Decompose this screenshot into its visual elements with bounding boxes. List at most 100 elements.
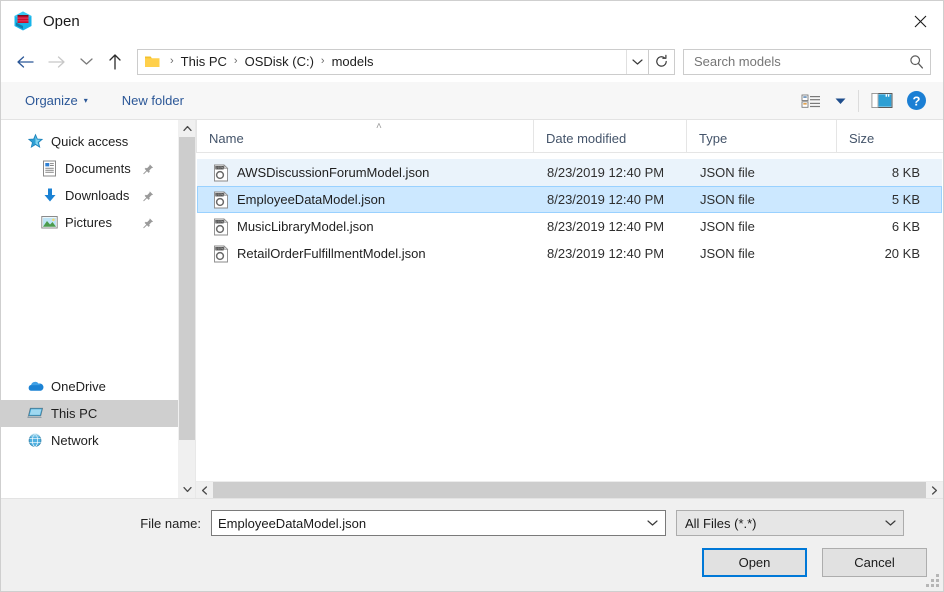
dialog-footer: File name: All Files (*.*) Open bbox=[1, 499, 943, 591]
file-name-cell[interactable]: JSON AWSDiscussionForumModel.json bbox=[198, 164, 535, 182]
arrow-up-icon[interactable] bbox=[99, 46, 131, 78]
scroll-right-icon[interactable] bbox=[926, 482, 943, 498]
file-list-horizontal-scrollbar[interactable] bbox=[196, 481, 943, 498]
preview-pane-icon[interactable] bbox=[865, 88, 899, 114]
scrollbar-thumb[interactable] bbox=[213, 482, 926, 498]
chevron-down-icon: ▾ bbox=[84, 97, 88, 105]
sidebar-label: OneDrive bbox=[51, 379, 106, 394]
table-row[interactable]: JSON MusicLibraryModel.json 8/23/2019 12… bbox=[197, 213, 942, 240]
table-row[interactable]: JSON AWSDiscussionForumModel.json 8/23/2… bbox=[197, 159, 942, 186]
scrollbar-thumb[interactable] bbox=[179, 137, 195, 440]
svg-text:JSON: JSON bbox=[216, 219, 223, 223]
refresh-icon[interactable] bbox=[649, 49, 675, 75]
file-size-cell: 8 KB bbox=[838, 165, 938, 180]
new-folder-button[interactable]: New folder bbox=[116, 82, 190, 119]
file-name-cell[interactable]: JSON RetailOrderFulfillmentModel.json bbox=[198, 245, 535, 263]
file-type-cell: JSON file bbox=[688, 192, 838, 207]
pin-icon[interactable] bbox=[143, 190, 154, 201]
sidebar-item-downloads[interactable]: Downloads bbox=[1, 182, 178, 209]
sidebar-item-quick-access[interactable]: Quick access bbox=[1, 128, 178, 155]
breadcrumb-dropdown-icon[interactable] bbox=[626, 50, 648, 74]
svg-text:JSON: JSON bbox=[216, 165, 223, 169]
file-name-text: EmployeeDataModel.json bbox=[237, 192, 385, 207]
chevron-down-icon[interactable] bbox=[73, 46, 99, 78]
cancel-button[interactable]: Cancel bbox=[822, 548, 927, 577]
filename-field[interactable] bbox=[211, 510, 666, 536]
scroll-left-icon[interactable] bbox=[196, 482, 213, 498]
organize-label: Organize bbox=[25, 93, 78, 108]
file-list-pane: ˄ Name Date modified Type Size JSON bbox=[196, 120, 943, 498]
sidebar-scrollbar[interactable] bbox=[178, 120, 195, 498]
breadcrumb-separator: › bbox=[314, 56, 332, 67]
sidebar-item-pictures[interactable]: Pictures bbox=[1, 209, 178, 236]
file-type-value: All Files (*.*) bbox=[685, 516, 881, 531]
column-header-date-modified[interactable]: Date modified bbox=[533, 120, 686, 152]
file-date-cell: 8/23/2019 12:40 PM bbox=[535, 165, 688, 180]
search-input[interactable] bbox=[694, 54, 909, 69]
download-icon bbox=[41, 187, 58, 204]
organize-button[interactable]: Organize ▾ bbox=[19, 82, 94, 119]
filename-input[interactable] bbox=[218, 516, 643, 531]
scrollbar-track[interactable] bbox=[213, 482, 926, 498]
open-button[interactable]: Open bbox=[702, 548, 807, 577]
navigation-bar: › This PC › OSDisk (C:) › models bbox=[1, 41, 943, 82]
file-date-cell: 8/23/2019 12:40 PM bbox=[535, 246, 688, 261]
sort-indicator-icon: ˄ bbox=[376, 122, 382, 132]
scrollbar-track[interactable] bbox=[179, 137, 195, 481]
sidebar-label: Documents bbox=[65, 161, 131, 176]
file-name-cell[interactable]: JSON EmployeeDataModel.json bbox=[198, 191, 535, 209]
file-name-text: MusicLibraryModel.json bbox=[237, 219, 374, 234]
file-type-cell: JSON file bbox=[688, 246, 838, 261]
breadcrumb-part-this-pc[interactable]: This PC bbox=[181, 54, 227, 69]
close-icon[interactable] bbox=[897, 1, 943, 41]
sidebar-list: Quick access Docum bbox=[1, 120, 178, 498]
document-icon bbox=[41, 160, 58, 177]
file-date-cell: 8/23/2019 12:40 PM bbox=[535, 192, 688, 207]
breadcrumb-part-models[interactable]: models bbox=[332, 54, 374, 69]
sidebar-item-network[interactable]: Network bbox=[1, 427, 178, 454]
search-box[interactable] bbox=[683, 49, 931, 75]
breadcrumb-part-osdisk[interactable]: OSDisk (C:) bbox=[245, 54, 314, 69]
chevron-down-icon[interactable] bbox=[881, 519, 899, 527]
monitor-icon bbox=[27, 405, 44, 422]
scroll-down-icon[interactable] bbox=[179, 481, 195, 498]
filename-dropdown-icon[interactable] bbox=[643, 519, 661, 527]
help-icon[interactable]: ? bbox=[899, 90, 933, 111]
file-name-text: RetailOrderFulfillmentModel.json bbox=[237, 246, 426, 261]
navigation-sidebar: Quick access Docum bbox=[1, 120, 196, 498]
toolbar-divider bbox=[858, 90, 859, 112]
sidebar-item-onedrive[interactable]: OneDrive bbox=[1, 373, 178, 400]
footer-buttons: Open Cancel bbox=[1, 548, 943, 577]
window-title: Open bbox=[43, 13, 80, 30]
file-size-cell: 20 KB bbox=[838, 246, 938, 261]
file-type-select[interactable]: All Files (*.*) bbox=[676, 510, 904, 536]
resize-grip[interactable] bbox=[926, 574, 940, 588]
breadcrumb[interactable]: › This PC › OSDisk (C:) › models bbox=[137, 49, 649, 75]
column-header-size[interactable]: Size bbox=[836, 120, 936, 152]
list-view-icon[interactable] bbox=[794, 88, 828, 114]
json-file-icon: JSON bbox=[212, 218, 230, 236]
sidebar-item-documents[interactable]: Documents bbox=[1, 155, 178, 182]
json-file-icon: JSON bbox=[212, 164, 230, 182]
svg-text:JSON: JSON bbox=[216, 246, 223, 250]
sidebar-label: Quick access bbox=[51, 134, 128, 149]
sidebar-item-this-pc[interactable]: This PC bbox=[1, 400, 178, 427]
view-options-chevron-down-icon[interactable] bbox=[828, 88, 852, 114]
table-row[interactable]: JSON RetailOrderFulfillmentModel.json 8/… bbox=[197, 240, 942, 267]
file-size-cell: 6 KB bbox=[838, 219, 938, 234]
json-file-icon: JSON bbox=[212, 245, 230, 263]
arrow-left-icon[interactable] bbox=[9, 46, 41, 78]
title-bar: Open bbox=[1, 1, 943, 41]
search-icon[interactable] bbox=[909, 54, 924, 69]
table-row[interactable]: JSON EmployeeDataModel.json 8/23/2019 12… bbox=[197, 186, 942, 213]
sidebar-label: Network bbox=[51, 433, 99, 448]
file-type-cell: JSON file bbox=[688, 219, 838, 234]
pin-icon[interactable] bbox=[143, 163, 154, 174]
pin-icon[interactable] bbox=[143, 217, 154, 228]
new-folder-label: New folder bbox=[122, 93, 184, 108]
file-name-cell[interactable]: JSON MusicLibraryModel.json bbox=[198, 218, 535, 236]
column-header-type[interactable]: Type bbox=[686, 120, 836, 152]
breadcrumb-separator: › bbox=[163, 56, 181, 67]
scroll-up-icon[interactable] bbox=[179, 120, 195, 137]
column-header-name[interactable]: Name bbox=[196, 120, 533, 152]
